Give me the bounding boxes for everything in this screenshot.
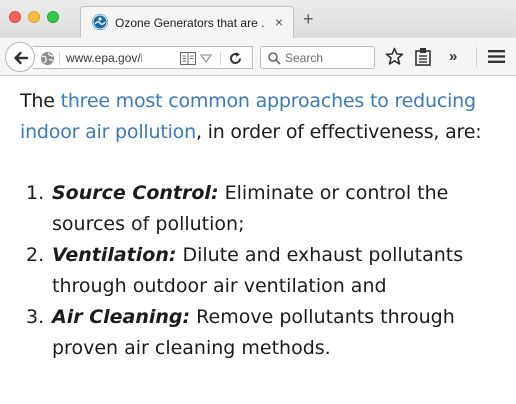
list-item-number: 1. (26, 182, 45, 204)
chevron-down-icon[interactable] (200, 52, 212, 64)
intro-paragraph: The three most common approaches to redu… (20, 86, 510, 148)
reader-view-icon[interactable] (180, 52, 196, 65)
url-bar[interactable]: www.epa.gov/indo (33, 46, 253, 69)
reload-icon[interactable] (228, 51, 243, 66)
list-item: 1. Source Control: Eliminate or control … (20, 178, 510, 240)
window-close-button[interactable] (9, 11, 21, 23)
intro-text-after: , in order of effectiveness, are: (195, 121, 482, 143)
list-item: 2. Ventilation: Dilute and exhaust pollu… (20, 240, 510, 302)
navigation-toolbar: www.epa.gov/indo (0, 38, 516, 76)
approaches-list: 1. Source Control: Eliminate or control … (20, 178, 510, 364)
list-item: 3. Air Cleaning: Remove pollutants throu… (20, 302, 510, 364)
url-text[interactable]: www.epa.gov/indo (66, 51, 142, 65)
back-arrow-icon (14, 51, 29, 65)
window-minimize-button[interactable] (28, 11, 40, 23)
search-icon (268, 52, 281, 65)
list-item-number: 3. (26, 306, 45, 328)
overflow-chevron-icon[interactable]: » (449, 48, 457, 65)
list-item-term: Ventilation: (52, 244, 177, 266)
tab-close-button[interactable]: × (275, 13, 283, 31)
new-tab-button[interactable]: + (303, 10, 314, 28)
title-bar: Ozone Generators that are ... × + (0, 0, 516, 38)
star-icon[interactable] (385, 47, 404, 66)
tab-title: Ozone Generators that are ... (115, 16, 265, 30)
search-bar[interactable] (260, 46, 375, 69)
tab-active[interactable]: Ozone Generators that are ... × (80, 6, 294, 38)
back-button[interactable] (5, 42, 35, 72)
page-content: The three most common approaches to redu… (20, 86, 510, 364)
epa-logo-icon (92, 14, 108, 30)
list-item-term: Source Control: (52, 182, 219, 204)
url-divider (59, 51, 60, 65)
hamburger-menu-icon[interactable] (488, 49, 505, 64)
intro-text-before: The (20, 90, 61, 112)
url-divider (220, 51, 221, 65)
toolbar-divider (476, 47, 477, 67)
globe-icon[interactable] (40, 51, 55, 66)
window-maximize-button[interactable] (47, 11, 59, 23)
reading-list-icon[interactable] (414, 47, 432, 66)
list-item-term: Air Cleaning: (52, 306, 191, 328)
list-item-number: 2. (26, 244, 45, 266)
search-input[interactable] (285, 50, 371, 66)
